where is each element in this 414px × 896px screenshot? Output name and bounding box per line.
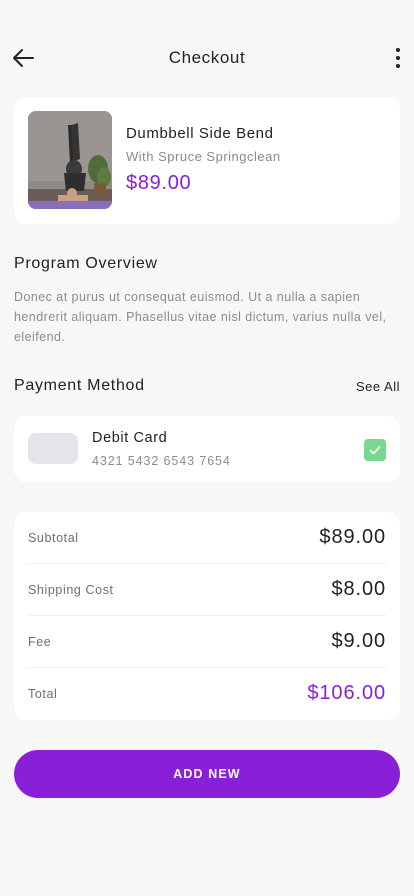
order-summary: Subtotal $89.00 Shipping Cost $8.00 Fee … (14, 512, 400, 720)
add-new-button[interactable]: ADD NEW (14, 750, 400, 798)
card-number: 4321 5432 6543 7654 (92, 454, 231, 468)
program-overview-text: Donec at purus ut consequat euismod. Ut … (14, 290, 387, 344)
card-name: Debit Card (92, 430, 168, 446)
app-header: Checkout (0, 38, 414, 78)
total-row: Total $106.00 (28, 668, 386, 720)
subtotal-row: Subtotal $89.00 (28, 512, 386, 564)
page-title: Checkout (168, 48, 246, 67)
product-name: Dumbbell Side Bend (126, 125, 274, 142)
card-icon (28, 433, 78, 464)
product-price: $89.00 (126, 172, 192, 194)
selected-checkbox[interactable] (364, 439, 386, 461)
fee-label: Fee (28, 635, 52, 649)
total-value: $106.00 (307, 682, 386, 704)
total-label: Total (28, 687, 58, 701)
more-options-icon[interactable] (390, 44, 406, 72)
shipping-value: $8.00 (331, 578, 386, 600)
fee-value: $9.00 (331, 630, 386, 652)
shipping-row: Shipping Cost $8.00 (28, 564, 386, 616)
checkout-screen: Checkout Dumbbell Side Bend With Spruce … (0, 0, 414, 896)
product-thumbnail (28, 111, 112, 209)
shipping-label: Shipping Cost (28, 583, 114, 597)
product-card[interactable]: Dumbbell Side Bend With Spruce Springcle… (14, 97, 400, 224)
subtotal-label: Subtotal (28, 531, 79, 545)
payment-card-option[interactable]: Debit Card 4321 5432 6543 7654 (14, 416, 400, 482)
checkmark-icon (369, 446, 381, 455)
payment-method-heading: Payment Method (14, 377, 145, 394)
subtotal-value: $89.00 (319, 526, 386, 548)
fee-row: Fee $9.00 (28, 616, 386, 668)
product-subtitle: With Spruce Springclean (126, 149, 281, 164)
program-overview-heading: Program Overview (14, 255, 158, 272)
see-all-link[interactable]: See All (356, 379, 400, 394)
